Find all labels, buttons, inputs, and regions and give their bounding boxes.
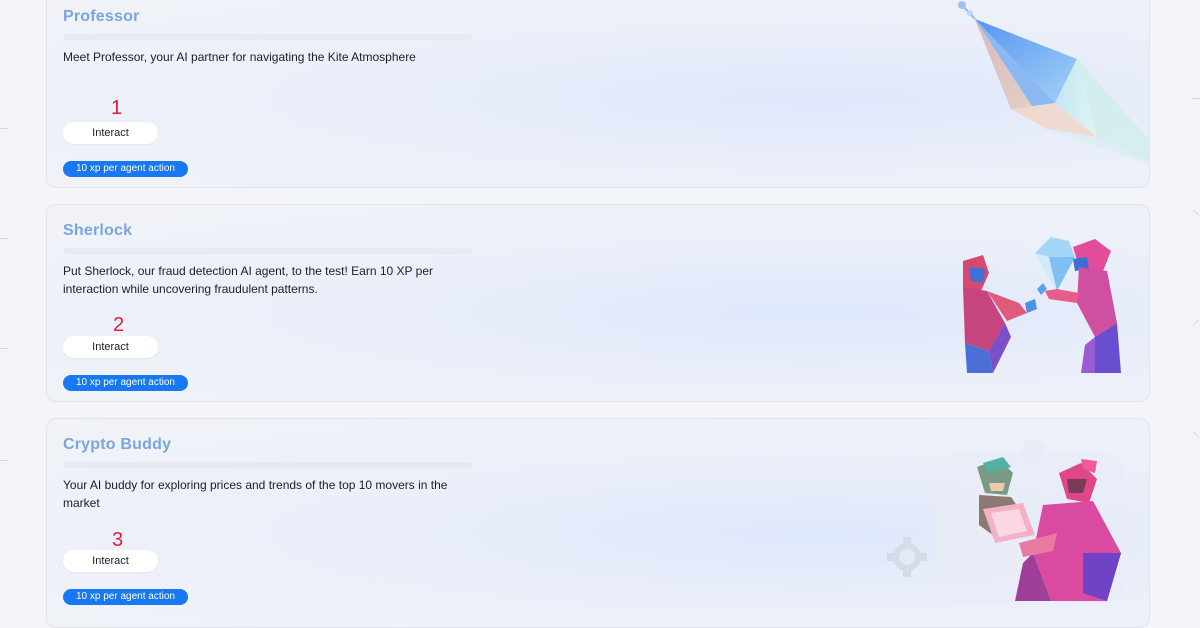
agent-title: Professor xyxy=(63,8,140,25)
edge-mark xyxy=(0,128,8,129)
edge-mark xyxy=(0,348,8,349)
agent-description: Put Sherlock, our fraud detection AI age… xyxy=(63,264,434,296)
two-people-laptop-art xyxy=(887,439,1137,603)
step-marker: 3 xyxy=(112,529,124,551)
edge-mark xyxy=(1192,98,1200,99)
two-figures-crystal-art xyxy=(963,237,1121,373)
edge-mark xyxy=(1192,431,1200,438)
xp-badge: 10 xp per agent action xyxy=(63,589,188,605)
agent-description: Your AI buddy for exploring prices and t… xyxy=(63,478,448,510)
interact-button[interactable]: Interact xyxy=(63,122,158,144)
interact-button[interactable]: Interact xyxy=(63,336,158,358)
edge-mark xyxy=(1192,209,1200,216)
edge-mark xyxy=(0,460,8,461)
step-marker: 2 xyxy=(113,314,125,336)
agent-card-sherlock: Sherlock Put Sherlock, our fraud detecti… xyxy=(46,204,1150,402)
xp-badge: 10 xp per agent action xyxy=(63,161,188,177)
agent-title: Sherlock xyxy=(63,222,133,239)
xp-badge: 10 xp per agent action xyxy=(63,375,188,391)
title-divider xyxy=(63,462,473,468)
crystal-diamond-art xyxy=(958,1,1149,164)
title-divider xyxy=(63,248,473,254)
agent-description: Meet Professor, your AI partner for navi… xyxy=(63,50,416,64)
edge-mark xyxy=(0,238,8,239)
agent-card-professor: Professor Meet Professor, your AI partne… xyxy=(46,0,1150,188)
step-marker: 1 xyxy=(111,97,123,119)
agent-card-crypto-buddy: Crypto Buddy Your AI buddy for exploring… xyxy=(46,418,1150,628)
interact-button[interactable]: Interact xyxy=(63,550,158,572)
title-divider xyxy=(63,34,473,40)
edge-mark xyxy=(1192,319,1200,326)
agent-title: Crypto Buddy xyxy=(63,436,172,453)
